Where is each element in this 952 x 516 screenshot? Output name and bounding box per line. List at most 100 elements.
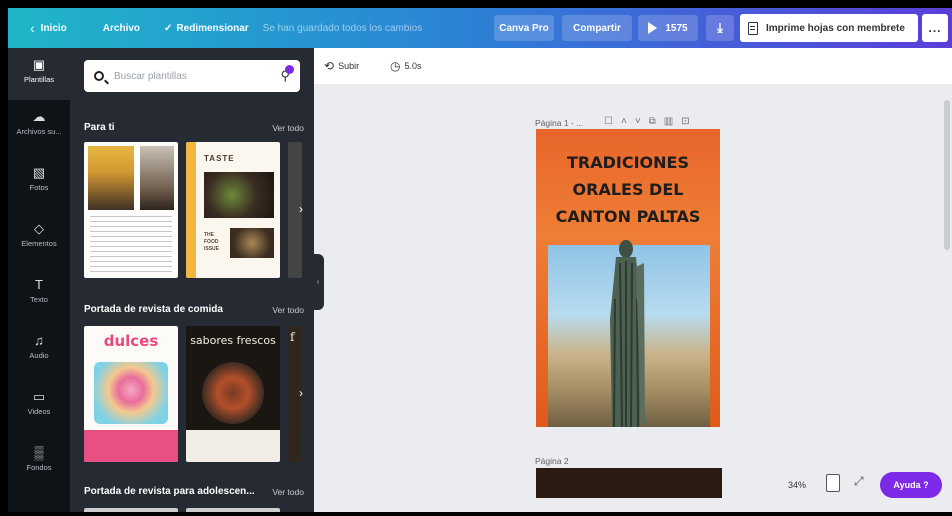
canva-pro-button[interactable]: Canva Pro — [494, 15, 554, 41]
download-icon: ⤓ — [717, 20, 723, 35]
clock-icon: ◷ — [390, 59, 401, 73]
filter-badge — [285, 65, 294, 74]
upload-label: Subir — [338, 61, 360, 71]
help-button[interactable]: Ayuda ? — [880, 472, 942, 498]
check-icon: ✓ — [164, 22, 173, 34]
rail-item-templates[interactable]: ▣ Plantillas — [8, 48, 70, 100]
template-thumbnail[interactable] — [84, 508, 178, 512]
chevron-right-icon[interactable]: › — [292, 200, 310, 218]
section-title: Portada de revista de comida — [84, 304, 223, 315]
resize-button[interactable]: ✓ Redimensionar — [164, 23, 249, 34]
thumbnail-text: THE FOOD ISSUE — [204, 232, 220, 252]
notes-icon[interactable]: ☐ — [604, 116, 621, 127]
rail-label: Videos — [27, 407, 51, 416]
page-tools: ☐˄˅⧉▥⊡ — [604, 116, 698, 127]
present-count: 1575 — [665, 22, 688, 34]
thumbnail-title: dulces — [103, 332, 159, 350]
template-search-input[interactable]: Buscar plantillas ⚲ — [84, 60, 300, 92]
template-thumbnail[interactable]: sabores frescos — [186, 326, 280, 462]
rail-item-audio[interactable]: ♫ Audio — [8, 333, 70, 361]
print-button[interactable]: Imprime hojas con membrete — [740, 14, 918, 42]
design-page-1[interactable]: TRADICIONES ORALES DEL CANTON PALTAS — [536, 129, 720, 427]
design-page-2[interactable] — [536, 468, 722, 498]
statue-photo[interactable] — [548, 240, 710, 427]
upload-button[interactable]: ⟲ Subir — [324, 59, 359, 73]
print-label: Imprime hojas con membrete — [766, 22, 905, 34]
chevron-down-icon[interactable]: ˅ — [635, 116, 649, 127]
zoom-level[interactable]: 34% — [788, 480, 806, 490]
thumbnail-title: sabores frescos — [190, 334, 276, 347]
rail-label: Archivos su... — [16, 127, 62, 136]
rail-label: Fondos — [26, 463, 52, 472]
elements-icon: ◇ — [34, 221, 44, 236]
rail-item-photos[interactable]: ▧ Fotos — [8, 165, 70, 193]
top-bar: ‹ Inicio Archivo ✓ Redimensionar Se han … — [8, 8, 952, 48]
duplicate-icon[interactable]: ⧉ — [649, 116, 664, 127]
rail-label: Audio — [29, 351, 49, 360]
file-menu[interactable]: Archivo — [103, 23, 140, 34]
share-button[interactable]: Compartir — [562, 15, 632, 41]
section-title: Portada de revista para adolescen... — [84, 486, 255, 497]
template-thumbnail[interactable] — [84, 142, 178, 278]
rail-item-uploads[interactable]: ☁ Archivos su... — [8, 109, 70, 137]
design-title[interactable]: TRADICIONES ORALES DEL CANTON PALTAS — [536, 149, 720, 230]
saved-status: Se han guardado todos los cambios — [262, 22, 423, 34]
side-rail: ▣ Plantillas ☁ Archivos su... ▧ Fotos ◇ … — [8, 48, 70, 512]
template-thumbnail[interactable]: dulces — [84, 326, 178, 462]
search-icon — [94, 71, 104, 81]
document-icon — [748, 21, 758, 35]
template-thumbnail[interactable]: TASTE THE FOOD ISSUE — [186, 142, 280, 278]
thumbnail-image — [140, 146, 174, 210]
page-grid-icon[interactable] — [826, 474, 840, 492]
more-options-button[interactable]: ... — [922, 14, 948, 42]
rail-item-videos[interactable]: ▭ Videos — [8, 389, 70, 417]
chevron-right-icon[interactable]: › — [292, 384, 310, 402]
rail-item-elements[interactable]: ◇ Elementos — [8, 221, 70, 249]
photo-icon: ▧ — [32, 165, 46, 180]
home-button[interactable]: ‹ Inicio — [30, 20, 67, 36]
template-icon: ▣ — [32, 57, 46, 72]
rail-label: Elementos — [21, 239, 57, 248]
page-2-label: Página 2 — [535, 456, 569, 466]
upload-icon: ⟲ — [324, 59, 335, 73]
rail-item-backgrounds[interactable]: ▒ Fondos — [8, 446, 70, 473]
audio-icon: ♫ — [34, 333, 44, 348]
section-title: Para ti — [84, 122, 115, 133]
rail-item-text[interactable]: T Texto — [8, 278, 70, 305]
play-icon — [648, 22, 658, 34]
thumbnail-footer — [186, 430, 280, 462]
page-1-label: Página 1 - ... — [535, 118, 584, 128]
chevron-up-icon[interactable]: ˄ — [621, 116, 635, 127]
app-window: ‹ Inicio Archivo ✓ Redimensionar Se han … — [8, 8, 952, 512]
fullscreen-icon[interactable]: ⤢ — [854, 474, 864, 489]
timer-button[interactable]: ◷ 5.0s — [390, 59, 422, 73]
thumbnail-image — [94, 362, 168, 424]
rail-label: Texto — [30, 295, 48, 304]
see-all-link[interactable]: Ver todo — [272, 123, 304, 133]
chevron-left-icon: ‹ — [30, 20, 35, 36]
video-icon: ▭ — [32, 389, 46, 404]
search-placeholder: Buscar plantillas — [114, 70, 187, 82]
present-button[interactable]: 1575 — [638, 15, 698, 41]
thumbnail-image — [204, 172, 274, 218]
add-page-icon[interactable]: ⊡ — [681, 116, 697, 127]
thumbnail-accent — [186, 142, 196, 278]
see-all-link[interactable]: Ver todo — [272, 487, 304, 497]
templates-panel: Buscar plantillas ⚲ Para ti Ver todo TAS… — [70, 48, 314, 512]
timer-label: 5.0s — [404, 61, 422, 71]
see-all-link[interactable]: Ver todo — [272, 305, 304, 315]
trash-icon[interactable]: ▥ — [664, 116, 681, 127]
collapse-panel-handle[interactable]: ‹ — [312, 254, 324, 310]
statue-figure — [610, 240, 645, 427]
vertical-scrollbar[interactable] — [944, 100, 950, 250]
resize-label: Redimensionar — [176, 22, 249, 34]
upload-icon: ☁ — [32, 109, 46, 124]
canvas-toolbar: ⟲ Subir ◷ 5.0s — [314, 48, 952, 84]
thumbnail-text-lines — [90, 216, 172, 272]
thumbnail-title: TASTE — [204, 154, 235, 163]
download-button[interactable]: ⤓ — [706, 15, 734, 41]
thumbnail-image — [202, 362, 264, 424]
rail-label: Fotos — [29, 183, 49, 192]
thumbnail-footer — [84, 430, 178, 462]
template-thumbnail[interactable] — [186, 508, 280, 512]
